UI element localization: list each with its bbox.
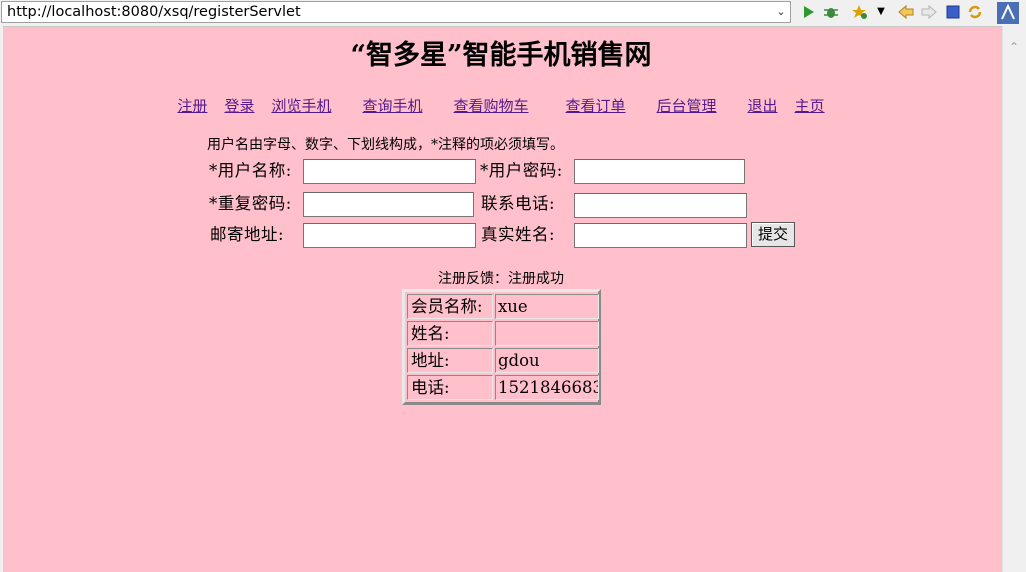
repeat-password-input[interactable] xyxy=(303,192,474,217)
table-row: 姓名: xyxy=(406,320,599,347)
realname-label: 真实姓名: xyxy=(481,225,556,244)
real-name-value xyxy=(495,321,599,346)
back-arrow-icon[interactable] xyxy=(897,3,915,21)
address-label: 邮寄地址: xyxy=(210,225,285,244)
nav-view-cart[interactable]: 查看购物车 xyxy=(453,97,528,115)
stop-icon[interactable] xyxy=(944,3,962,21)
member-name-label: 会员名称: xyxy=(407,294,493,319)
repeat-password-label: *重复密码: xyxy=(209,194,292,213)
app-logo-icon[interactable] xyxy=(996,1,1020,25)
scroll-up-icon[interactable]: ⌃ xyxy=(1007,40,1021,54)
bug-icon[interactable] xyxy=(822,3,840,21)
nav-login[interactable]: 登录 xyxy=(224,97,254,115)
phone-label-cell: 电话: xyxy=(407,375,493,400)
url-text: http://localhost:8080/xsq/registerServle… xyxy=(7,4,301,20)
address-input[interactable] xyxy=(303,223,476,248)
address-value-cell: gdou xyxy=(495,348,599,373)
phone-input[interactable] xyxy=(574,193,747,218)
play-icon[interactable] xyxy=(799,3,817,21)
password-input[interactable] xyxy=(574,159,745,184)
register-feedback: 注册反馈：注册成功 xyxy=(438,271,564,287)
forward-arrow-icon[interactable] xyxy=(920,3,938,21)
tools-icon[interactable] xyxy=(851,3,869,21)
address-bar[interactable]: http://localhost:8080/xsq/registerServle… xyxy=(1,1,791,23)
nav-search-phones[interactable]: 查询手机 xyxy=(362,97,422,115)
nav-admin[interactable]: 后台管理 xyxy=(657,97,717,115)
nav-browse-phones[interactable]: 浏览手机 xyxy=(271,97,331,115)
realname-input[interactable] xyxy=(574,223,747,248)
address-label-cell: 地址: xyxy=(407,348,493,373)
real-name-label: 姓名: xyxy=(407,321,493,346)
form-hint: 用户名由字母、数字、下划线构成，*注释的项必须填写。 xyxy=(207,137,564,153)
page-title: “智多星”智能手机销售网 xyxy=(350,40,652,71)
nav-logout[interactable]: 退出 xyxy=(748,97,778,115)
refresh-icon[interactable] xyxy=(966,3,984,21)
table-row: 地址: gdou xyxy=(406,347,599,374)
submit-button[interactable]: 提交 xyxy=(751,222,795,247)
username-label: *用户名称: xyxy=(209,161,292,180)
vertical-scrollbar[interactable]: ⌃ xyxy=(1002,26,1026,572)
member-info-table: 会员名称: xue 姓名: 地址: gdou 电话: 15218466837 xyxy=(402,289,601,405)
phone-value-cell: 15218466837 xyxy=(495,375,599,400)
nav-home[interactable]: 主页 xyxy=(795,97,825,115)
main-nav: 注册 登录 浏览手机 查询手机 查看购物车 查看订单 后台管理 退出 主页 xyxy=(0,96,1002,116)
browser-toolbar: http://localhost:8080/xsq/registerServle… xyxy=(0,0,1026,27)
chevron-down-icon[interactable]: ▼ xyxy=(872,3,890,21)
username-input[interactable] xyxy=(303,159,476,184)
phone-label: 联系电话: xyxy=(481,194,556,213)
member-name-value: xue xyxy=(495,294,599,319)
table-row: 会员名称: xue xyxy=(406,293,599,320)
table-row: 电话: 15218466837 xyxy=(406,374,599,401)
nav-view-orders[interactable]: 查看订单 xyxy=(566,97,626,115)
chevron-down-icon[interactable]: ⌄ xyxy=(772,2,790,22)
password-label: *用户密码: xyxy=(480,161,563,180)
nav-register[interactable]: 注册 xyxy=(177,97,207,115)
